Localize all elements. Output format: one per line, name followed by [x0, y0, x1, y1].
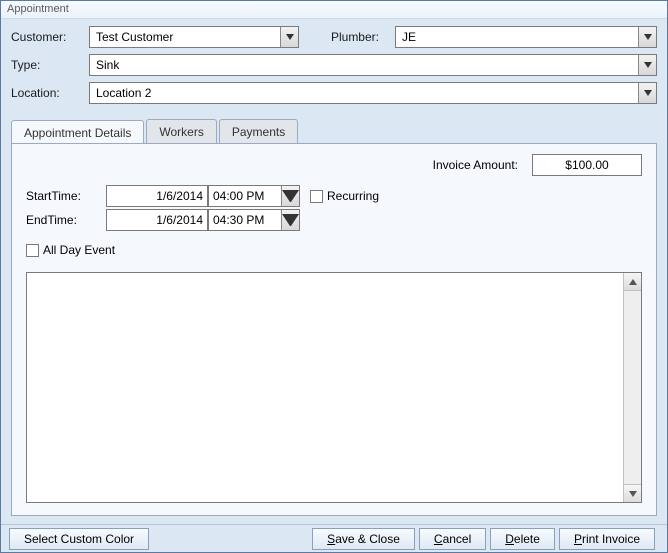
end-time-label: EndTime:: [26, 213, 106, 227]
location-value: Location 2: [96, 86, 151, 100]
customer-value: Test Customer: [96, 30, 173, 44]
plumber-value: JE: [402, 30, 416, 44]
recurring-label: Recurring: [327, 189, 379, 203]
print-invoice-button[interactable]: Print Invoice: [559, 528, 655, 550]
plumber-label: Plumber:: [307, 30, 387, 44]
location-combobox[interactable]: Location 2: [89, 82, 657, 104]
chevron-down-icon[interactable]: [280, 27, 298, 47]
invoice-amount-value: $100.00: [565, 158, 608, 172]
footer-bar: Select Custom Color Save & Close Cancel …: [1, 524, 667, 552]
cancel-button[interactable]: Cancel: [419, 528, 486, 550]
type-label: Type:: [11, 58, 81, 72]
start-time-label: StartTime:: [26, 189, 106, 203]
end-time-value: 04:30 PM: [213, 213, 264, 227]
save-close-text: ave & Close: [335, 532, 400, 546]
invoice-amount-label: Invoice Amount:: [433, 158, 518, 172]
start-date-value: 1/6/2014: [156, 189, 203, 203]
all-day-checkbox[interactable]: [26, 244, 39, 257]
chevron-down-icon[interactable]: [638, 27, 656, 47]
tab-panel-details: Invoice Amount: $100.00 StartTime: 1/6/2…: [11, 143, 657, 516]
customer-label: Customer:: [11, 30, 81, 44]
start-date-field[interactable]: 1/6/2014: [106, 185, 208, 207]
end-date-value: 1/6/2014: [156, 213, 203, 227]
tab-payments[interactable]: Payments: [219, 119, 298, 143]
start-time-value: 04:00 PM: [213, 189, 264, 203]
tab-workers[interactable]: Workers: [146, 119, 216, 143]
customer-combobox[interactable]: Test Customer: [89, 26, 299, 48]
scrollbar-vertical[interactable]: [623, 273, 641, 502]
header-form: Customer: Test Customer Plumber: JE Type…: [1, 19, 667, 113]
window-title: Appointment: [1, 1, 667, 19]
notes-textarea[interactable]: [26, 272, 642, 503]
type-combobox[interactable]: Sink: [89, 54, 657, 76]
chevron-down-icon[interactable]: [638, 55, 656, 75]
type-value: Sink: [96, 58, 119, 72]
recurring-checkbox[interactable]: [310, 190, 323, 203]
invoice-amount-field[interactable]: $100.00: [532, 154, 642, 176]
scroll-up-icon[interactable]: [624, 273, 641, 291]
location-label: Location:: [11, 86, 81, 100]
scroll-thumb[interactable]: [624, 291, 641, 484]
chevron-down-icon[interactable]: [281, 186, 299, 206]
select-custom-color-button[interactable]: Select Custom Color: [9, 528, 149, 550]
all-day-label: All Day Event: [43, 243, 115, 257]
appointment-window: Appointment Customer: Test Customer Plum…: [0, 0, 668, 553]
chevron-down-icon[interactable]: [281, 210, 299, 230]
save-close-button[interactable]: Save & Close: [312, 528, 415, 550]
start-time-field[interactable]: 04:00 PM: [208, 185, 300, 207]
plumber-combobox[interactable]: JE: [395, 26, 657, 48]
end-date-field[interactable]: 1/6/2014: [106, 209, 208, 231]
scroll-down-icon[interactable]: [624, 484, 641, 502]
tab-strip: Appointment Details Workers Payments: [11, 117, 657, 143]
chevron-down-icon[interactable]: [638, 83, 656, 103]
tab-appointment-details[interactable]: Appointment Details: [11, 120, 144, 144]
delete-button[interactable]: Delete: [490, 528, 555, 550]
end-time-field[interactable]: 04:30 PM: [208, 209, 300, 231]
